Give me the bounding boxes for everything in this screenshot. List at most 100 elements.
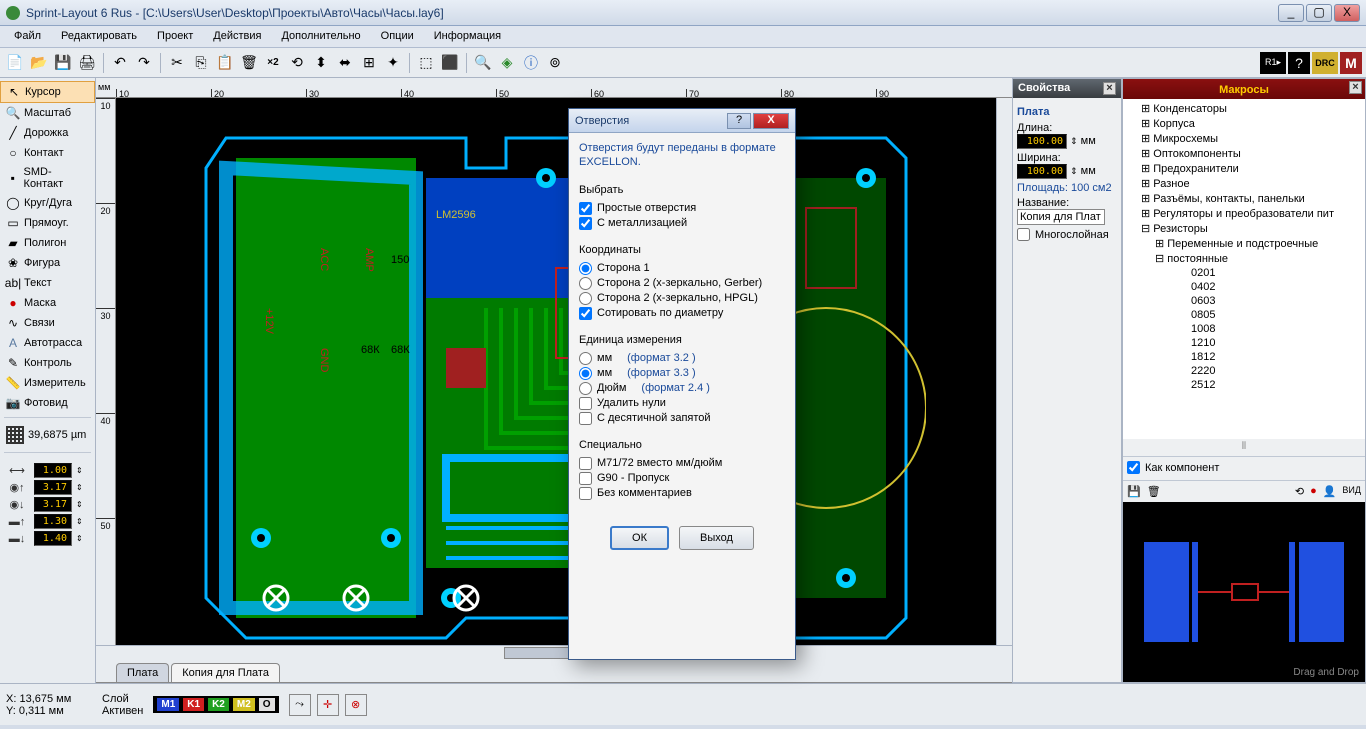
- name-input[interactable]: [1017, 209, 1105, 225]
- drc-icon[interactable]: DRC: [1312, 52, 1338, 74]
- tool-дорожка[interactable]: ╱Дорожка: [0, 123, 95, 143]
- tool-контроль[interactable]: ✎Контроль: [0, 353, 95, 373]
- tool-маска[interactable]: ●Маска: [0, 293, 95, 313]
- close-icon[interactable]: ×: [1103, 82, 1116, 95]
- side2-hpgl-radio[interactable]: [579, 292, 592, 305]
- tree-item[interactable]: ⊞ Корпуса: [1127, 116, 1361, 131]
- menu-actions[interactable]: Действия: [203, 26, 271, 47]
- mirror-v-icon[interactable]: ⬌: [334, 52, 356, 74]
- menu-additional[interactable]: Дополнительно: [271, 26, 370, 47]
- trace-mode-icon[interactable]: ⤳: [289, 694, 311, 716]
- layer-M1[interactable]: M1: [157, 698, 179, 711]
- tree-item[interactable]: 0201: [1127, 266, 1361, 280]
- menu-project[interactable]: Проект: [147, 26, 203, 47]
- tree-item[interactable]: ⊟ постоянные: [1127, 251, 1361, 266]
- crosshair-icon[interactable]: ✛: [317, 694, 339, 716]
- dialog-close-button[interactable]: X: [753, 113, 789, 129]
- copy-icon[interactable]: ⎘: [190, 52, 212, 74]
- sort-diameter-checkbox[interactable]: [579, 307, 592, 320]
- length-value[interactable]: 100.00: [1017, 134, 1067, 149]
- tree-item[interactable]: 2220: [1127, 364, 1361, 378]
- g90-row[interactable]: G90 - Пропуск: [579, 472, 785, 485]
- tool-текст[interactable]: ab|Текст: [0, 273, 95, 293]
- new-icon[interactable]: 📄: [4, 52, 26, 74]
- layer-M2[interactable]: M2: [233, 698, 255, 711]
- tool-связи[interactable]: ∿Связи: [0, 313, 95, 333]
- tool-полигон[interactable]: ▰Полигон: [0, 233, 95, 253]
- mirror-h-icon[interactable]: ⬍: [310, 52, 332, 74]
- scanner-icon[interactable]: ⊚: [544, 52, 566, 74]
- transparency-icon[interactable]: ◈: [496, 52, 518, 74]
- m71-row[interactable]: M71/72 вместо мм/дюйм: [579, 457, 785, 470]
- tree-item[interactable]: ⊞ Переменные и подстроечные: [1127, 236, 1361, 251]
- unit-inch-row[interactable]: Дюйм(формат 2.4 ): [579, 382, 785, 395]
- exit-button[interactable]: Выход: [679, 526, 754, 550]
- track-param[interactable]: ▬↑1.30⇕: [4, 514, 91, 529]
- side1-radio[interactable]: [579, 262, 592, 275]
- tool-круг/дуга[interactable]: ◯Круг/Дуга: [0, 193, 95, 213]
- track-param[interactable]: ▬↓1.40⇕: [4, 531, 91, 546]
- r1-badge[interactable]: R1▸: [1260, 52, 1286, 74]
- g90-checkbox[interactable]: [579, 472, 592, 485]
- multilayer-checkbox[interactable]: [1017, 228, 1030, 241]
- tool-автотрасса[interactable]: AАвтотрасса: [0, 333, 95, 353]
- tree-item[interactable]: ⊟ Резисторы: [1127, 221, 1361, 236]
- width-value[interactable]: 100.00: [1017, 164, 1067, 179]
- m71-checkbox[interactable]: [579, 457, 592, 470]
- menu-edit[interactable]: Редактировать: [51, 26, 147, 47]
- help-icon[interactable]: ?: [1288, 52, 1310, 74]
- unit-mm33-row[interactable]: мм(формат 3.3 ): [579, 367, 785, 380]
- unit-mm32-row[interactable]: мм(формат 3.2 ): [579, 352, 785, 365]
- redo-icon[interactable]: ↷: [133, 52, 155, 74]
- nocomm-row[interactable]: Без комментариев: [579, 487, 785, 500]
- save-icon[interactable]: 💾: [52, 52, 74, 74]
- tree-item[interactable]: 0603: [1127, 294, 1361, 308]
- close-icon[interactable]: ×: [1349, 81, 1362, 94]
- track-param[interactable]: ⟷1.00⇕: [4, 463, 91, 478]
- unit-mm33-radio[interactable]: [579, 367, 592, 380]
- pcb-canvas[interactable]: +12V ACC AMP GND LM2596 150 68К 68К: [116, 98, 996, 645]
- group-icon[interactable]: ⬚: [415, 52, 437, 74]
- minimize-button[interactable]: _: [1278, 4, 1304, 22]
- tree-item[interactable]: ⊞ Разное: [1127, 176, 1361, 191]
- tree-item[interactable]: ⊞ Конденсаторы: [1127, 101, 1361, 116]
- tool-smd-контакт[interactable]: ▪SMD-Контакт: [0, 163, 95, 193]
- tree-item[interactable]: 0402: [1127, 280, 1361, 294]
- track-param[interactable]: ◉↓3.17⇕: [4, 497, 91, 512]
- tree-item[interactable]: ⊞ Предохранители: [1127, 161, 1361, 176]
- open-icon[interactable]: 📂: [28, 52, 50, 74]
- multilayer-row[interactable]: Многослойная: [1017, 228, 1117, 241]
- tree-item[interactable]: ⊞ Оптокомпоненты: [1127, 146, 1361, 161]
- delete-icon[interactable]: 🗑: [238, 52, 260, 74]
- side2-gerber-radio[interactable]: [579, 277, 592, 290]
- metal-holes-checkbox[interactable]: [579, 217, 592, 230]
- ok-button[interactable]: ОК: [610, 526, 669, 550]
- tree-item[interactable]: ⊞ Микросхемы: [1127, 131, 1361, 146]
- tool-фигура[interactable]: ❀Фигура: [0, 253, 95, 273]
- unit-inch-radio[interactable]: [579, 382, 592, 395]
- sort-row[interactable]: Сотировать по диаметру: [579, 307, 785, 320]
- side2g-row[interactable]: Сторона 2 (x-зеркально, Gerber): [579, 277, 785, 290]
- side2h-row[interactable]: Сторона 2 (x-зеркально, HPGL): [579, 292, 785, 305]
- simple-holes-checkbox[interactable]: [579, 202, 592, 215]
- as-component-row[interactable]: Как компонент: [1123, 456, 1365, 478]
- layer-O[interactable]: O: [259, 698, 275, 711]
- duplicate-icon[interactable]: ×2: [262, 52, 284, 74]
- track-param[interactable]: ◉↑3.17⇕: [4, 480, 91, 495]
- tool-масштаб[interactable]: 🔍Масштаб: [0, 103, 95, 123]
- tree-item[interactable]: 1210: [1127, 336, 1361, 350]
- m-badge[interactable]: M: [1340, 52, 1362, 74]
- tree-item[interactable]: ⊞ Регуляторы и преобразователи пит: [1127, 206, 1361, 221]
- layer-K2[interactable]: K2: [208, 698, 229, 711]
- decimal-row[interactable]: С десятичной запятой: [579, 412, 785, 425]
- record-macro-icon[interactable]: ●: [1310, 485, 1317, 498]
- grid-setting[interactable]: 39,6875 µm: [0, 422, 95, 448]
- nocomm-checkbox[interactable]: [579, 487, 592, 500]
- maximize-button[interactable]: ▢: [1306, 4, 1332, 22]
- tree-item[interactable]: 0805: [1127, 308, 1361, 322]
- close-button[interactable]: X: [1334, 4, 1360, 22]
- zoom-icon[interactable]: 🔍: [472, 52, 494, 74]
- dialog-titlebar[interactable]: Отверстия ? X: [569, 109, 795, 133]
- save-macro-icon[interactable]: 💾: [1127, 485, 1141, 498]
- snap-icon[interactable]: ✦: [382, 52, 404, 74]
